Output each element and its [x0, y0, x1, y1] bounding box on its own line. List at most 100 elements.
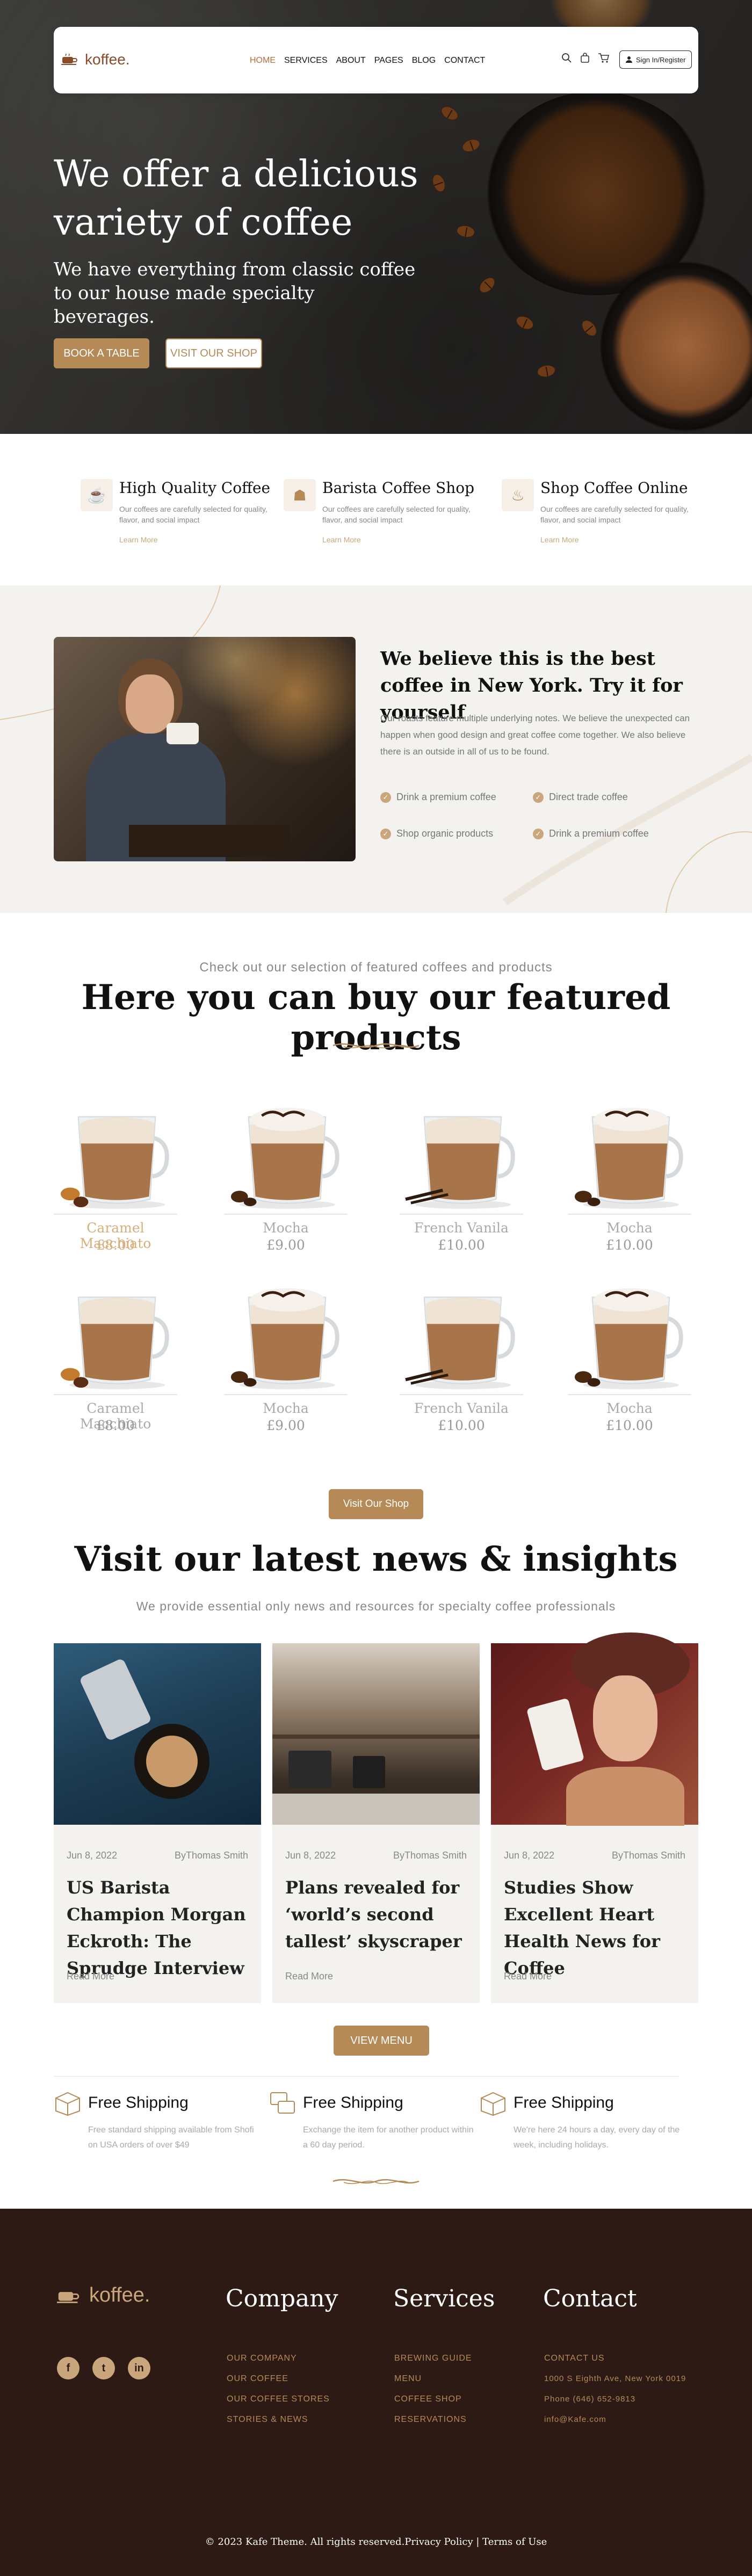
- visit-our-shop-button[interactable]: Visit Our Shop: [329, 1489, 423, 1519]
- shipping-title: Free Shipping: [88, 2094, 189, 2111]
- product-card[interactable]: French Vanila £10.00: [400, 1276, 523, 1442]
- about-section: We believe this is the best coffee in Ne…: [0, 585, 752, 913]
- latte-art-image: [54, 1643, 261, 1825]
- footer-link[interactable]: STORIES & NEWS: [227, 2415, 308, 2425]
- signin-button[interactable]: Sign In/Register: [619, 50, 692, 69]
- feature-learn-more[interactable]: Learn More: [322, 535, 361, 544]
- product-card[interactable]: Caramel Macchiato £8.00: [54, 1095, 177, 1262]
- product-price: £9.00: [266, 1418, 305, 1433]
- news-card[interactable]: Jun 8, 2022 ByThomas Smith Studies Show …: [491, 1632, 698, 2003]
- product-name: Mocha: [606, 1220, 653, 1236]
- footer-contact-link[interactable]: CONTACT US: [544, 2354, 605, 2363]
- shopping-bag-icon[interactable]: [580, 53, 590, 63]
- product-card[interactable]: Mocha £9.00: [224, 1095, 348, 1262]
- footer-link[interactable]: OUR COFFEE: [227, 2374, 288, 2384]
- checkmark-icon: ✓: [380, 828, 391, 839]
- news-card-title[interactable]: Plans revealed for ‘world’s second talle…: [285, 1874, 468, 1955]
- checkmark-icon: ✓: [533, 828, 544, 839]
- product-card[interactable]: Caramel Macchiato £8.00: [54, 1276, 177, 1442]
- instagram-icon[interactable]: in: [128, 2357, 150, 2379]
- feature-title: Shop Coffee Online: [540, 479, 688, 497]
- news-date: Jun 8, 2022: [504, 1850, 555, 1861]
- footer-link[interactable]: OUR COMPANY: [227, 2354, 297, 2363]
- news-date: Jun 8, 2022: [67, 1850, 118, 1861]
- product-image: [224, 1107, 348, 1215]
- products-kicker: Check out our selection of featured coff…: [199, 960, 553, 975]
- read-more-link[interactable]: Read More: [67, 1971, 114, 1982]
- product-price: £10.00: [606, 1418, 653, 1433]
- product-card[interactable]: Mocha £9.00: [224, 1276, 348, 1442]
- barista-icon: ☗: [284, 479, 316, 511]
- feature-desc: Our coffees are carefully selected for q…: [322, 505, 471, 524]
- news-card[interactable]: Jun 8, 2022 ByThomas Smith US Barista Ch…: [54, 1643, 261, 2003]
- footer-email[interactable]: info@Kafe.com: [544, 2415, 606, 2424]
- feature-learn-more[interactable]: Learn More: [119, 535, 158, 544]
- feature-learn-more[interactable]: Learn More: [540, 535, 579, 544]
- coffee-machine-icon: ♨: [502, 479, 534, 511]
- view-menu-button[interactable]: VIEW MENU: [334, 2026, 429, 2056]
- check-item: ✓ Drink a premium coffee: [533, 828, 649, 839]
- coffee-shop-interior-image: [272, 1643, 480, 1825]
- news-card-title[interactable]: Studies Show Excellent Heart Health News…: [504, 1874, 686, 1982]
- check-item: ✓ Shop organic products: [380, 828, 493, 839]
- nav-about[interactable]: ABOUT: [336, 56, 366, 66]
- visit-shop-button[interactable]: VISIT OUR SHOP: [165, 338, 262, 368]
- news-author: ByThomas Smith: [174, 1850, 248, 1861]
- nav-blog[interactable]: BLOG: [412, 56, 436, 66]
- product-image: [54, 1116, 177, 1215]
- news-card[interactable]: Jun 8, 2022 ByThomas Smith Plans reveale…: [272, 1643, 480, 2003]
- nav-contact[interactable]: CONTACT: [444, 56, 485, 66]
- user-icon: [626, 56, 632, 63]
- shipping-desc: Exchange the item for another product wi…: [303, 2125, 474, 2150]
- navbar: koffee. HOME SERVICES ABOUT PAGES BLOG C…: [54, 27, 698, 93]
- facebook-icon[interactable]: f: [57, 2357, 79, 2379]
- signin-label: Sign In/Register: [636, 55, 686, 64]
- footer-copyright: © 2023 Kafe Theme. All rights reserved.P…: [205, 2536, 547, 2548]
- woman-with-coffee-cup-image: [491, 1632, 698, 1826]
- hero-section: koffee. HOME SERVICES ABOUT PAGES BLOG C…: [0, 0, 752, 434]
- woman-drinking-coffee-image: [54, 637, 356, 861]
- footer-link[interactable]: OUR COFFEE STORES: [227, 2394, 330, 2404]
- product-price: £10.00: [438, 1418, 485, 1433]
- footer-link[interactable]: RESERVATIONS: [394, 2415, 467, 2425]
- footer-link[interactable]: MENU: [394, 2374, 422, 2384]
- box-icon: [55, 2092, 80, 2116]
- book-table-button[interactable]: BOOK A TABLE: [54, 338, 149, 368]
- nav-home[interactable]: HOME: [250, 56, 276, 66]
- footer-phone[interactable]: Phone (646) 652-9813: [544, 2394, 635, 2404]
- product-card[interactable]: French Vanila £10.00: [400, 1095, 523, 1262]
- footer-contact-heading: Contact: [543, 2285, 637, 2312]
- product-image: [400, 1296, 523, 1395]
- ornament-divider: [332, 2179, 420, 2185]
- footer-link[interactable]: COFFEE SHOP: [394, 2394, 462, 2404]
- product-image: [568, 1107, 691, 1215]
- news-card-title[interactable]: US Barista Champion Morgan Eckroth: The …: [67, 1874, 249, 1982]
- check-label: Shop organic products: [396, 828, 494, 839]
- cart-icon[interactable]: [598, 53, 610, 63]
- nav-services[interactable]: SERVICES: [284, 56, 328, 66]
- search-icon[interactable]: [561, 53, 572, 63]
- coffee-cup-icon: [57, 2291, 79, 2303]
- footer-address: 1000 S Eighth Ave, New York 0019: [544, 2374, 686, 2383]
- footer-logo-text: koffee.: [89, 2284, 150, 2306]
- product-name: French Vanila: [414, 1220, 509, 1236]
- checkmark-icon: ✓: [533, 792, 544, 803]
- product-name: French Vanila: [414, 1401, 509, 1416]
- feature-desc: Our coffees are carefully selected for q…: [119, 505, 267, 524]
- footer-link[interactable]: BREWING GUIDE: [394, 2354, 472, 2363]
- footer-logo[interactable]: koffee.: [57, 2284, 150, 2307]
- hero-subtitle: We have everything from classic coffee t…: [54, 259, 416, 328]
- product-card[interactable]: Mocha £10.00: [568, 1095, 691, 1262]
- coffee-cup-icon: [61, 54, 77, 65]
- read-more-link[interactable]: Read More: [285, 1971, 333, 1982]
- read-more-link[interactable]: Read More: [504, 1971, 552, 1982]
- twitter-icon[interactable]: t: [92, 2357, 115, 2379]
- check-label: Direct trade coffee: [549, 792, 628, 802]
- product-price: £8.00: [96, 1237, 135, 1253]
- nav-pages[interactable]: PAGES: [374, 56, 403, 66]
- product-card[interactable]: Mocha £10.00: [568, 1276, 691, 1442]
- logo[interactable]: koffee.: [61, 51, 130, 68]
- news-author: ByThomas Smith: [611, 1850, 685, 1861]
- news-author: ByThomas Smith: [393, 1850, 467, 1861]
- exchange-icon: [270, 2092, 295, 2114]
